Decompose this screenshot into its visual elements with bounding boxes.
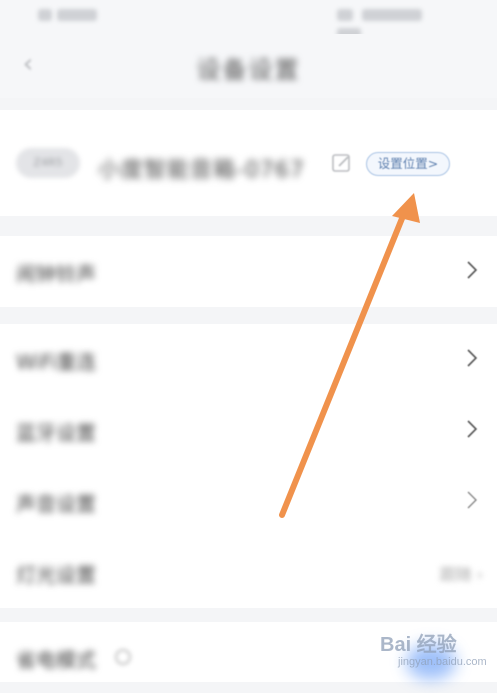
watermark-url: jingyan.baidu.com bbox=[398, 656, 487, 668]
row-label: 闹钟铃声 bbox=[16, 262, 96, 286]
status-bar bbox=[0, 0, 497, 40]
carrier-signal bbox=[38, 6, 110, 22]
help-icon[interactable] bbox=[114, 648, 132, 666]
set-location-button[interactable]: 设置位置> bbox=[366, 152, 450, 176]
page-title: 设备设置 bbox=[196, 56, 301, 84]
settings-row-alarm[interactable]: 闹钟铃声 bbox=[0, 236, 497, 307]
settings-row-bluetooth[interactable]: 蓝牙设置 bbox=[0, 395, 497, 466]
device-avatar: Z4R5 bbox=[16, 148, 80, 178]
settings-row-wifi[interactable]: WiFi重连 bbox=[0, 324, 497, 395]
row-label: 灯光设置 bbox=[16, 563, 96, 587]
chevron-right-icon bbox=[467, 491, 477, 509]
device-name: 小度智能音箱-0767 bbox=[98, 158, 305, 183]
row-label: 声音设置 bbox=[16, 492, 96, 516]
chevron-right-icon bbox=[467, 261, 478, 279]
chevron-right-icon bbox=[467, 420, 478, 438]
divider bbox=[0, 608, 497, 622]
row-label: WiFi重连 bbox=[16, 350, 97, 374]
watermark-text: Bai 经验 bbox=[380, 634, 457, 656]
row-label: 省电模式 bbox=[16, 648, 96, 672]
baidu-watermark: Bai 经验 jingyan.baidu.com bbox=[372, 622, 492, 680]
settings-row-light[interactable]: 灯光设置 跟随 › bbox=[0, 537, 497, 608]
status-icons bbox=[337, 6, 457, 40]
chevron-right-icon bbox=[467, 349, 478, 367]
edit-icon[interactable] bbox=[331, 152, 353, 174]
settings-group-1: 闹钟铃声 bbox=[0, 236, 497, 307]
row-value: 跟随 › bbox=[439, 565, 484, 584]
device-card: Z4R5 小度智能音箱-0767 设置位置> bbox=[0, 110, 497, 216]
header: ‹ 设备设置 bbox=[0, 34, 497, 98]
settings-row-sound[interactable]: 声音设置 bbox=[0, 466, 497, 537]
row-label: 蓝牙设置 bbox=[16, 421, 96, 445]
